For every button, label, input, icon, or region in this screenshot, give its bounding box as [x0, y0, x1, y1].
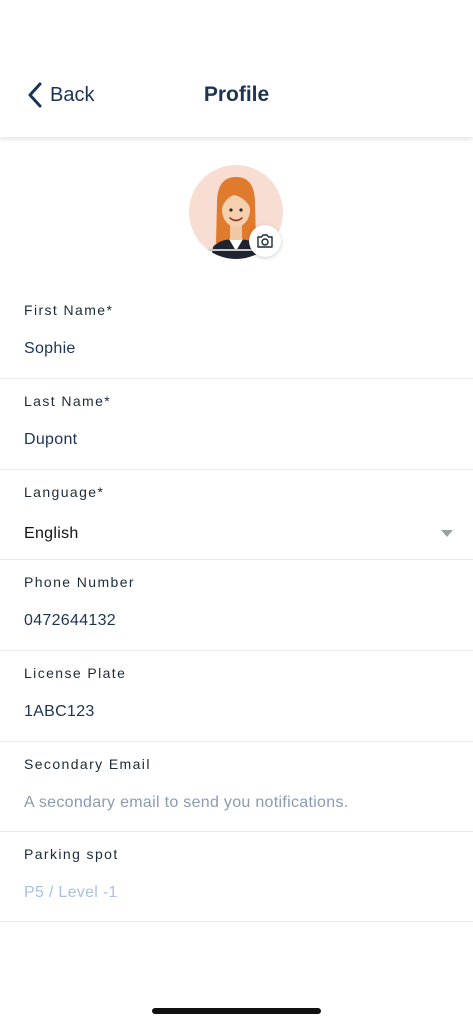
phone-number-field[interactable]: Phone Number 0472644132 — [0, 560, 473, 651]
change-photo-button[interactable] — [249, 225, 281, 257]
first-name-label: First Name* — [24, 302, 114, 318]
parking-spot-value: P5 / Level -1 — [24, 884, 118, 901]
language-select[interactable]: English — [24, 525, 79, 543]
chevron-down-icon[interactable] — [441, 530, 453, 537]
license-plate-field[interactable]: License Plate 1ABC123 — [0, 651, 473, 742]
phone-number-input[interactable]: 0472644132 — [24, 612, 116, 630]
home-indicator — [152, 1008, 321, 1014]
parking-spot-label: Parking spot — [24, 846, 119, 862]
profile-avatar-container — [189, 165, 285, 261]
license-plate-input[interactable]: 1ABC123 — [24, 703, 95, 721]
secondary-email-label: Secondary Email — [24, 756, 151, 772]
first-name-field[interactable]: First Name* Sophie — [0, 288, 473, 379]
last-name-label: Last Name* — [24, 393, 112, 409]
phone-number-label: Phone Number — [24, 574, 135, 590]
secondary-email-field[interactable]: Secondary Email A secondary email to sen… — [0, 742, 473, 832]
secondary-email-input[interactable]: A secondary email to send you notificati… — [24, 794, 349, 812]
last-name-input[interactable]: Dupont — [24, 431, 77, 449]
first-name-input[interactable]: Sophie — [24, 340, 76, 358]
page-title: Profile — [203, 83, 270, 106]
top-nav-bar: Back Profile — [0, 0, 473, 137]
parking-spot-field: Parking spot P5 / Level -1 — [0, 832, 473, 922]
language-field[interactable]: Language* English — [0, 470, 473, 560]
language-label: Language* — [24, 484, 105, 500]
license-plate-label: License Plate — [24, 665, 127, 681]
last-name-field[interactable]: Last Name* Dupont — [0, 379, 473, 470]
camera-icon — [257, 234, 273, 248]
